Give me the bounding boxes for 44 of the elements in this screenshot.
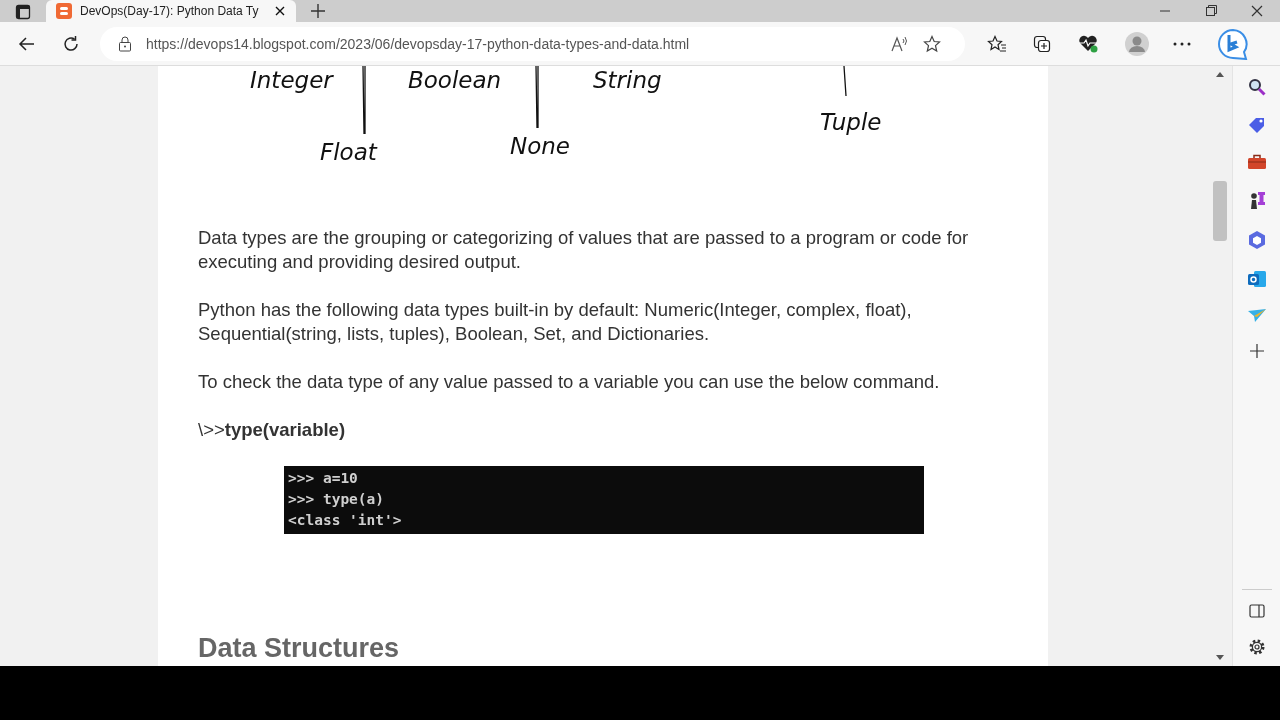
split-panel-icon[interactable] [1248,604,1265,618]
search-icon[interactable] [1247,78,1266,96]
mail-app-icon[interactable] [1246,270,1267,288]
paragraph: Data types are the grouping or categorizing of values that are passed to a program or code for executing and providing desired output. [198,226,970,274]
more-icon[interactable] [1173,41,1191,46]
paragraph: Python has the following data types built-in by default: Numeric(Integer, complex, float), Sequential(string, lists, tuples), Boolean, Set, and Dictionaries. [198,298,913,346]
paragraph: To check the data type of any value passed to a variable you can use the below command. [198,370,941,394]
code-line: >>> type(a) [288,490,385,509]
settings-icon[interactable] [1247,638,1266,656]
code-line: >>> a=10 [288,469,358,488]
scroll-up-icon[interactable] [1216,71,1224,77]
close-icon[interactable] [274,5,286,17]
code-line: <class 'int'> [288,511,402,530]
diagram-label: Boolean [408,66,502,94]
diagram-label: None [510,132,570,160]
tab-title: DevOps(Day-17): Python Data Ty [80,4,260,18]
hexagon-logo-icon[interactable] [1247,230,1266,250]
diagram-label: Integer [250,66,333,94]
paragraph: \>>type(variable) [198,418,347,442]
favorites-icon[interactable] [987,34,1007,53]
scroll-down-icon[interactable] [1216,655,1224,661]
profile-avatar[interactable] [1125,31,1149,56]
blogger-icon [56,3,72,19]
diagram-label: String [593,66,662,94]
lock-icon [118,35,132,52]
heart-pulse-icon[interactable] [1077,34,1099,53]
diagram-label: Float [320,138,377,166]
star-icon[interactable] [923,34,941,53]
back-icon[interactable] [18,34,36,53]
new-tab-icon[interactable] [310,3,326,19]
chat-bubble-icon[interactable] [1217,27,1249,60]
restore-icon[interactable] [1205,5,1217,17]
url-text: https://devops14.blogspot.com/2023/06/devopsday-17-python-data-types-and-data.html [146,35,690,52]
address-bar[interactable]: https://devops14.blogspot.com/2023/06/devopsday-17-python-data-types-and-data.html [100,26,965,61]
read-aloud-icon[interactable] [891,35,909,52]
refresh-icon[interactable] [62,34,80,53]
add-icon[interactable] [1249,344,1264,358]
close-icon[interactable] [1251,5,1263,17]
collections-icon[interactable] [1033,34,1051,53]
scrollbar-thumb[interactable] [1213,181,1227,241]
section-heading: Data Structures [198,633,401,664]
diagram-label: Tuple [820,108,882,136]
toolbox-icon[interactable] [1246,154,1267,170]
browser-tab[interactable]: DevOps(Day-17): Python Data Ty [46,0,296,22]
